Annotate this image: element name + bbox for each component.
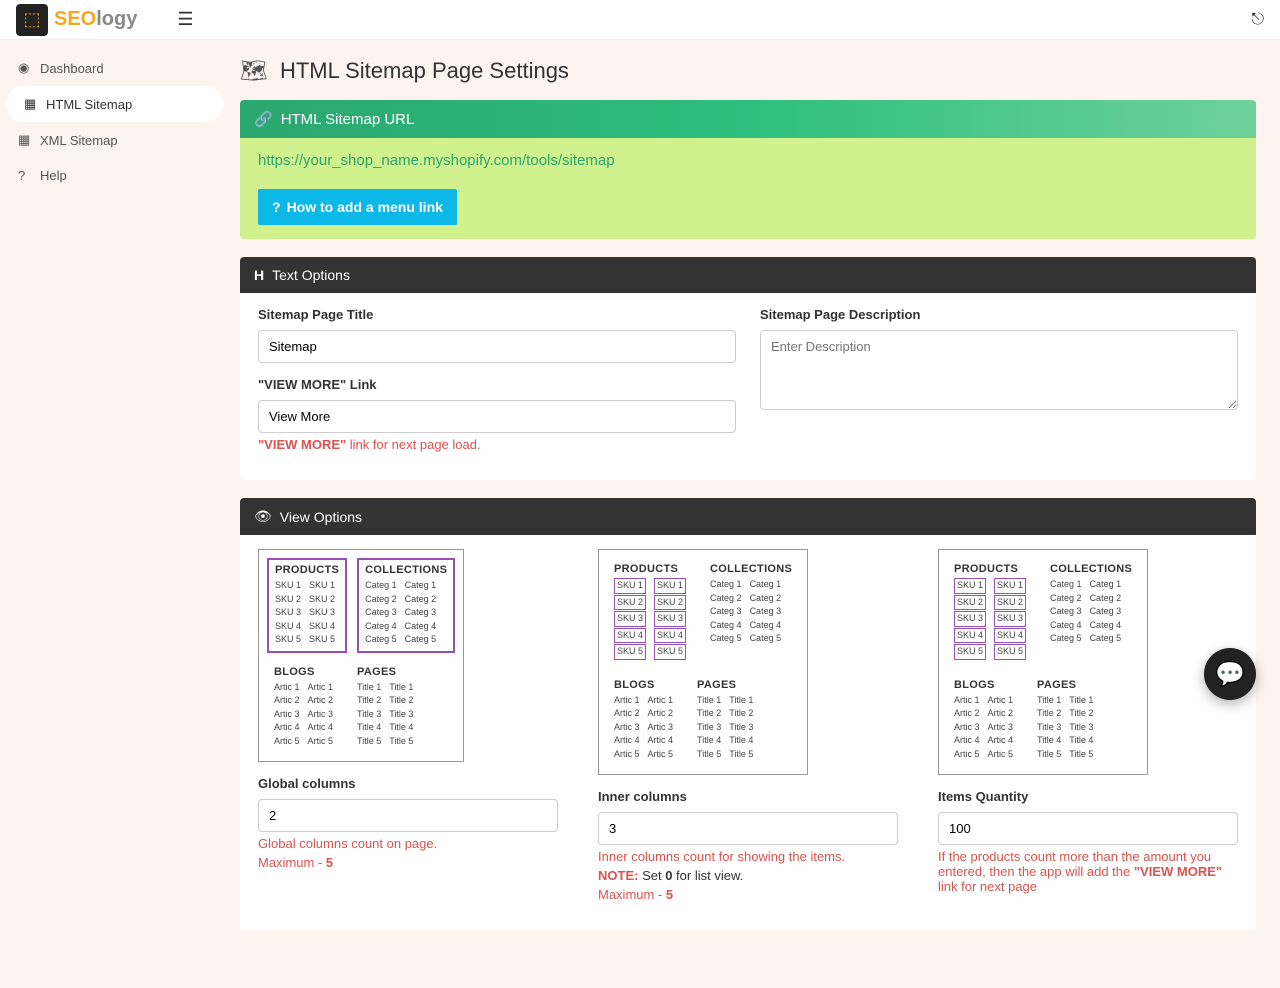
view-options-panel: 👁 View Options PRODUCTS SKU 1SKU 2SKU 3S… bbox=[240, 498, 1256, 930]
url-panel: 🔗 HTML Sitemap URL https://your_shop_nam… bbox=[240, 100, 1256, 239]
items-quantity-label: Items Quantity bbox=[938, 789, 1238, 804]
panel-title: HTML Sitemap URL bbox=[281, 111, 415, 128]
inner-columns-input[interactable] bbox=[598, 812, 898, 845]
page-title-input[interactable] bbox=[258, 330, 736, 363]
menu-toggle-icon[interactable]: ☰ bbox=[177, 9, 193, 30]
sidebar-item-label: Help bbox=[40, 168, 67, 183]
map-icon: ▦ bbox=[24, 96, 38, 112]
view-more-help: "VIEW MORE" link for next page load. bbox=[258, 437, 736, 452]
brand-seo: SEO bbox=[54, 8, 96, 30]
map-icon: ▦ bbox=[18, 132, 32, 148]
how-to-add-menu-button[interactable]: ? How to add a menu link bbox=[258, 189, 457, 225]
app-logo: ⬚ SEOlogy bbox=[16, 4, 137, 36]
logout-icon[interactable]: ⎋ bbox=[1251, 11, 1264, 29]
page-title: HTML Sitemap Page Settings bbox=[280, 58, 569, 84]
chat-icon: 💬 bbox=[1215, 660, 1245, 689]
chat-widget-button[interactable]: 💬 bbox=[1204, 648, 1256, 700]
map-icon: 🗺 bbox=[240, 58, 268, 84]
desc-label: Sitemap Page Description bbox=[760, 307, 1238, 322]
global-help1: Global columns count on page. bbox=[258, 836, 558, 851]
global-columns-label: Global columns bbox=[258, 776, 558, 791]
inner-columns-diagram: PRODUCTS SKU 1SKU 2SKU 3SKU 4SKU 5 SKU 1… bbox=[598, 549, 808, 775]
sidebar-item-label: XML Sitemap bbox=[40, 133, 118, 148]
heading-icon: H bbox=[254, 267, 264, 283]
dashboard-icon: ◉ bbox=[18, 60, 32, 76]
items-quantity-diagram: PRODUCTS SKU 1SKU 2SKU 3SKU 4SKU 5 SKU 1… bbox=[938, 549, 1148, 775]
sidebar-item-label: Dashboard bbox=[40, 61, 104, 76]
sidebar-item-xml-sitemap[interactable]: ▦ XML Sitemap bbox=[0, 122, 230, 158]
question-icon: ? bbox=[272, 199, 281, 215]
sidebar-item-help[interactable]: ? Help bbox=[0, 158, 230, 193]
desc-textarea[interactable] bbox=[760, 330, 1238, 410]
global-columns-diagram: PRODUCTS SKU 1SKU 2SKU 3SKU 4SKU 5 SKU 1… bbox=[258, 549, 464, 762]
text-options-panel: H Text Options Sitemap Page Title "VIEW … bbox=[240, 257, 1256, 480]
view-more-input[interactable] bbox=[258, 400, 736, 433]
items-help: If the products count more than the amou… bbox=[938, 849, 1238, 894]
eye-icon: 👁 bbox=[254, 508, 272, 525]
inner-help1: Inner columns count for showing the item… bbox=[598, 849, 898, 864]
global-help2: Maximum - 5 bbox=[258, 855, 558, 870]
logo-icon: ⬚ bbox=[16, 4, 48, 36]
view-more-label: "VIEW MORE" Link bbox=[258, 377, 736, 392]
panel-title: Text Options bbox=[272, 267, 350, 283]
inner-help2: NOTE: Set 0 for list view. bbox=[598, 868, 898, 883]
sidebar-item-dashboard[interactable]: ◉ Dashboard bbox=[0, 50, 230, 86]
inner-help3: Maximum - 5 bbox=[598, 887, 898, 902]
inner-columns-label: Inner columns bbox=[598, 789, 898, 804]
brand-logy: logy bbox=[96, 8, 137, 30]
global-columns-input[interactable] bbox=[258, 799, 558, 832]
sidebar: ◉ Dashboard ▦ HTML Sitemap ▦ XML Sitemap… bbox=[0, 40, 230, 988]
sidebar-item-label: HTML Sitemap bbox=[46, 97, 132, 112]
button-label: How to add a menu link bbox=[287, 199, 443, 215]
panel-title: View Options bbox=[280, 509, 362, 525]
page-title-label: Sitemap Page Title bbox=[258, 307, 736, 322]
sitemap-url-link[interactable]: https://your_shop_name.myshopify.com/too… bbox=[258, 152, 1238, 169]
link-icon: 🔗 bbox=[254, 110, 273, 128]
sidebar-item-html-sitemap[interactable]: ▦ HTML Sitemap bbox=[6, 86, 224, 122]
help-icon: ? bbox=[18, 168, 32, 183]
items-quantity-input[interactable] bbox=[938, 812, 1238, 845]
